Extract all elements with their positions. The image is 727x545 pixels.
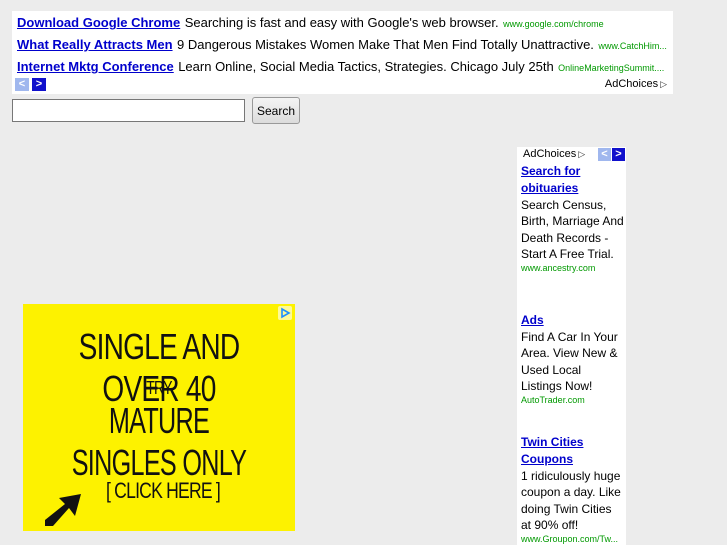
banner-subheadline: TRY (146, 378, 172, 398)
top-ad-url[interactable]: www.CatchHim... (598, 41, 667, 51)
top-ad-item[interactable]: Download Google Chrome Searching is fast… (17, 13, 669, 33)
top-ad-title-link[interactable]: What Really Attracts Men (17, 37, 173, 52)
banner-click-here-button[interactable]: [ CLICK HERE ] (83, 478, 243, 504)
mature-singles-banner-ad[interactable]: SINGLE AND OVER 40 TRY MATURE SINGLES ON… (23, 304, 295, 531)
side-ad-item[interactable]: Search for obituaries Search Census, Bir… (521, 163, 624, 275)
arrow-icon (45, 494, 81, 526)
top-ad-url[interactable]: www.google.com/chrome (503, 19, 604, 29)
top-ad-unit: Download Google Chrome Searching is fast… (12, 11, 673, 94)
top-ad-description: 9 Dangerous Mistakes Women Make That Men… (177, 37, 594, 52)
adchoices-icon: ▷ (578, 148, 586, 159)
adchoices-icon: ▷ (660, 78, 667, 89)
side-ad-description: Find A Car In Your Area. View New & Used… (521, 330, 618, 393)
side-ad-item[interactable]: Twin Cities Coupons 1 ridiculously huge … (521, 434, 624, 545)
top-ad-item[interactable]: What Really Attracts Men 9 Dangerous Mis… (17, 35, 669, 55)
chevron-left-icon[interactable]: < (598, 148, 611, 161)
chevron-right-icon[interactable]: > (32, 78, 46, 91)
chevron-right-icon[interactable]: > (612, 148, 625, 161)
side-ad-description: 1 ridiculously huge coupon a day. Like d… (521, 469, 621, 532)
adchoices-icon[interactable] (278, 306, 292, 320)
side-ad-unit: AdChoices ▷ < > Search for obituaries Se… (517, 147, 626, 545)
side-ad-url[interactable]: www.ancestry.com (521, 262, 624, 275)
adchoices-label: AdChoices (523, 148, 577, 160)
search-input[interactable] (12, 99, 245, 122)
side-ad-title-link[interactable]: Ads (521, 312, 624, 329)
side-ad-url[interactable]: AutoTrader.com (521, 394, 624, 407)
top-ad-title-link[interactable]: Download Google Chrome (17, 15, 180, 30)
banner-tagline: MATURE SINGLES ONLY (71, 400, 247, 483)
side-ad-description: Search Census, Birth, Marriage And Death… (521, 198, 624, 261)
chevron-left-icon[interactable]: < (15, 78, 29, 91)
adchoices-link[interactable]: AdChoices ▷ (523, 148, 585, 160)
side-ad-item[interactable]: Ads Find A Car In Your Area. View New & … (521, 312, 624, 407)
search-button[interactable]: Search (252, 97, 300, 124)
side-ad-title-link[interactable]: Search for obituaries (521, 163, 624, 197)
side-ad-url[interactable]: www.Groupon.com/Tw... (521, 533, 624, 545)
top-ad-url[interactable]: OnlineMarketingSummit.... (558, 63, 664, 73)
top-ad-description: Learn Online, Social Media Tactics, Stra… (178, 59, 554, 74)
adchoices-link[interactable]: AdChoices ▷ (605, 78, 667, 90)
top-ad-title-link[interactable]: Internet Mktg Conference (17, 59, 174, 74)
top-ad-description: Searching is fast and easy with Google's… (184, 15, 499, 30)
top-ad-item[interactable]: Internet Mktg Conference Learn Online, S… (17, 57, 669, 77)
side-ad-title-link[interactable]: Twin Cities Coupons (521, 434, 624, 468)
adchoices-label: AdChoices (604, 78, 659, 90)
